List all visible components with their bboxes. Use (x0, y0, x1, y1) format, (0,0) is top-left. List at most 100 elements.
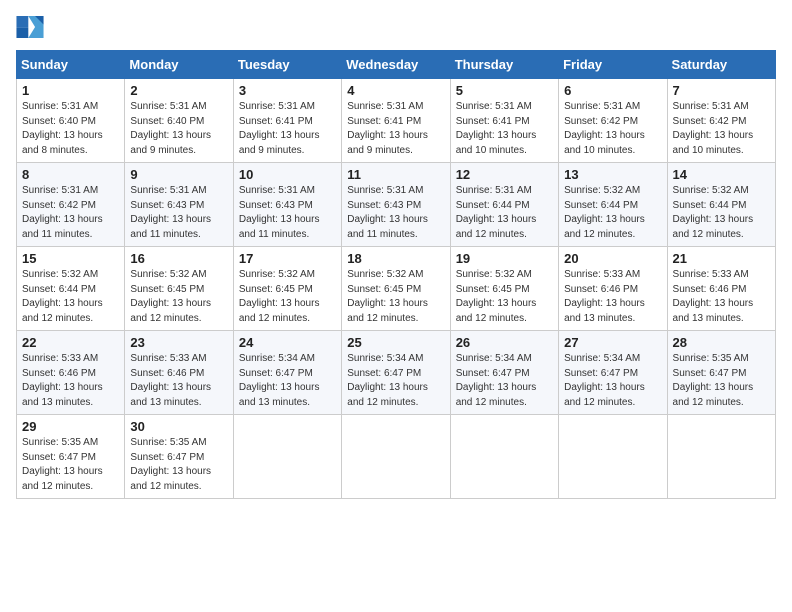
day-number: 17 (239, 251, 336, 266)
day-number: 4 (347, 83, 444, 98)
day-info: Sunrise: 5:35 AMSunset: 6:47 PMDaylight:… (130, 437, 211, 492)
day-info: Sunrise: 5:33 AMSunset: 6:46 PMDaylight:… (564, 269, 645, 324)
page-header (16, 16, 776, 38)
day-info: Sunrise: 5:32 AMSunset: 6:45 PMDaylight:… (239, 269, 320, 324)
calendar-day-cell (450, 415, 558, 499)
calendar-day-cell: 24 Sunrise: 5:34 AMSunset: 6:47 PMDayligh… (233, 331, 341, 415)
day-number: 25 (347, 335, 444, 350)
calendar-day-cell: 26 Sunrise: 5:34 AMSunset: 6:47 PMDayligh… (450, 331, 558, 415)
day-number: 3 (239, 83, 336, 98)
day-number: 16 (130, 251, 227, 266)
day-number: 27 (564, 335, 661, 350)
day-number: 23 (130, 335, 227, 350)
day-number: 1 (22, 83, 119, 98)
calendar-day-cell: 4 Sunrise: 5:31 AMSunset: 6:41 PMDaylight… (342, 79, 450, 163)
calendar-day-cell: 12 Sunrise: 5:31 AMSunset: 6:44 PMDayligh… (450, 163, 558, 247)
logo (16, 16, 48, 38)
day-number: 29 (22, 419, 119, 434)
calendar-day-cell: 23 Sunrise: 5:33 AMSunset: 6:46 PMDayligh… (125, 331, 233, 415)
day-info: Sunrise: 5:31 AMSunset: 6:41 PMDaylight:… (347, 101, 428, 156)
day-info: Sunrise: 5:31 AMSunset: 6:43 PMDaylight:… (239, 185, 320, 240)
weekday-header-monday: Monday (125, 51, 233, 79)
day-info: Sunrise: 5:31 AMSunset: 6:43 PMDaylight:… (347, 185, 428, 240)
calendar-day-cell: 15Sunrise: 5:32 AMSunset: 6:44 PMDayligh… (17, 247, 125, 331)
calendar-day-cell: 16 Sunrise: 5:32 AMSunset: 6:45 PMDayligh… (125, 247, 233, 331)
day-info: Sunrise: 5:34 AMSunset: 6:47 PMDaylight:… (347, 353, 428, 408)
calendar-day-cell: 3 Sunrise: 5:31 AMSunset: 6:41 PMDaylight… (233, 79, 341, 163)
calendar-table: SundayMondayTuesdayWednesdayThursdayFrid… (16, 50, 776, 499)
day-number: 19 (456, 251, 553, 266)
day-number: 5 (456, 83, 553, 98)
calendar-day-cell: 9 Sunrise: 5:31 AMSunset: 6:43 PMDaylight… (125, 163, 233, 247)
day-info: Sunrise: 5:31 AMSunset: 6:44 PMDaylight:… (456, 185, 537, 240)
weekday-header-wednesday: Wednesday (342, 51, 450, 79)
day-number: 13 (564, 167, 661, 182)
day-info: Sunrise: 5:31 AMSunset: 6:42 PMDaylight:… (673, 101, 754, 156)
calendar-day-cell: 2 Sunrise: 5:31 AMSunset: 6:40 PMDaylight… (125, 79, 233, 163)
day-number: 24 (239, 335, 336, 350)
day-info: Sunrise: 5:31 AMSunset: 6:40 PMDaylight:… (130, 101, 211, 156)
day-number: 11 (347, 167, 444, 182)
calendar-row: 1 Sunrise: 5:31 AMSunset: 6:40 PMDaylight… (17, 79, 776, 163)
day-number: 12 (456, 167, 553, 182)
day-info: Sunrise: 5:31 AMSunset: 6:41 PMDaylight:… (456, 101, 537, 156)
calendar-day-cell: 27Sunrise: 5:34 AMSunset: 6:47 PMDayligh… (559, 331, 667, 415)
day-info: Sunrise: 5:32 AMSunset: 6:44 PMDaylight:… (673, 185, 754, 240)
day-info: Sunrise: 5:31 AMSunset: 6:42 PMDaylight:… (564, 101, 645, 156)
day-info: Sunrise: 5:35 AMSunset: 6:47 PMDaylight:… (22, 437, 103, 492)
calendar-day-cell: 22 Sunrise: 5:33 AMSunset: 6:46 PMDayligh… (17, 331, 125, 415)
calendar-day-cell: 30 Sunrise: 5:35 AMSunset: 6:47 PMDayligh… (125, 415, 233, 499)
calendar-day-cell (667, 415, 775, 499)
weekday-header-friday: Friday (559, 51, 667, 79)
day-number: 26 (456, 335, 553, 350)
calendar-day-cell: 28 Sunrise: 5:35 AMSunset: 6:47 PMDayligh… (667, 331, 775, 415)
day-info: Sunrise: 5:35 AMSunset: 6:47 PMDaylight:… (673, 353, 754, 408)
calendar-day-cell: 11 Sunrise: 5:31 AMSunset: 6:43 PMDayligh… (342, 163, 450, 247)
day-info: Sunrise: 5:31 AMSunset: 6:41 PMDaylight:… (239, 101, 320, 156)
calendar-day-cell: 25 Sunrise: 5:34 AMSunset: 6:47 PMDayligh… (342, 331, 450, 415)
day-info: Sunrise: 5:34 AMSunset: 6:47 PMDaylight:… (456, 353, 537, 408)
weekday-header-saturday: Saturday (667, 51, 775, 79)
weekday-header-tuesday: Tuesday (233, 51, 341, 79)
calendar-row: 29 Sunrise: 5:35 AMSunset: 6:47 PMDayligh… (17, 415, 776, 499)
calendar-day-cell: 7 Sunrise: 5:31 AMSunset: 6:42 PMDaylight… (667, 79, 775, 163)
calendar-day-cell: 5 Sunrise: 5:31 AMSunset: 6:41 PMDaylight… (450, 79, 558, 163)
calendar-header: SundayMondayTuesdayWednesdayThursdayFrid… (17, 51, 776, 79)
day-info: Sunrise: 5:32 AMSunset: 6:45 PMDaylight:… (130, 269, 211, 324)
day-info: Sunrise: 5:31 AMSunset: 6:40 PMDaylight:… (22, 101, 103, 156)
calendar-day-cell (233, 415, 341, 499)
calendar-day-cell: 17 Sunrise: 5:32 AMSunset: 6:45 PMDayligh… (233, 247, 341, 331)
calendar-day-cell (559, 415, 667, 499)
calendar-day-cell: 8Sunrise: 5:31 AMSunset: 6:42 PMDaylight… (17, 163, 125, 247)
day-number: 22 (22, 335, 119, 350)
day-number: 21 (673, 251, 770, 266)
calendar-day-cell: 21 Sunrise: 5:33 AMSunset: 6:46 PMDayligh… (667, 247, 775, 331)
calendar-day-cell: 13 Sunrise: 5:32 AMSunset: 6:44 PMDayligh… (559, 163, 667, 247)
day-info: Sunrise: 5:33 AMSunset: 6:46 PMDaylight:… (22, 353, 103, 408)
calendar-day-cell: 20 Sunrise: 5:33 AMSunset: 6:46 PMDayligh… (559, 247, 667, 331)
day-number: 28 (673, 335, 770, 350)
day-info: Sunrise: 5:31 AMSunset: 6:43 PMDaylight:… (130, 185, 211, 240)
weekday-header-sunday: Sunday (17, 51, 125, 79)
logo-icon (16, 16, 44, 38)
day-info: Sunrise: 5:34 AMSunset: 6:47 PMDaylight:… (239, 353, 320, 408)
day-info: Sunrise: 5:32 AMSunset: 6:44 PMDaylight:… (564, 185, 645, 240)
day-info: Sunrise: 5:33 AMSunset: 6:46 PMDaylight:… (130, 353, 211, 408)
day-number: 20 (564, 251, 661, 266)
day-number: 18 (347, 251, 444, 266)
calendar-day-cell: 19Sunrise: 5:32 AMSunset: 6:45 PMDayligh… (450, 247, 558, 331)
day-number: 9 (130, 167, 227, 182)
calendar-row: 22 Sunrise: 5:33 AMSunset: 6:46 PMDayligh… (17, 331, 776, 415)
calendar-body: 1 Sunrise: 5:31 AMSunset: 6:40 PMDaylight… (17, 79, 776, 499)
day-number: 30 (130, 419, 227, 434)
day-number: 6 (564, 83, 661, 98)
day-number: 7 (673, 83, 770, 98)
day-number: 2 (130, 83, 227, 98)
calendar-day-cell: 1 Sunrise: 5:31 AMSunset: 6:40 PMDaylight… (17, 79, 125, 163)
calendar-day-cell: 10Sunrise: 5:31 AMSunset: 6:43 PMDayligh… (233, 163, 341, 247)
day-info: Sunrise: 5:33 AMSunset: 6:46 PMDaylight:… (673, 269, 754, 324)
calendar-row: 15Sunrise: 5:32 AMSunset: 6:44 PMDayligh… (17, 247, 776, 331)
day-info: Sunrise: 5:32 AMSunset: 6:45 PMDaylight:… (347, 269, 428, 324)
calendar-day-cell (342, 415, 450, 499)
calendar-day-cell: 14Sunrise: 5:32 AMSunset: 6:44 PMDayligh… (667, 163, 775, 247)
